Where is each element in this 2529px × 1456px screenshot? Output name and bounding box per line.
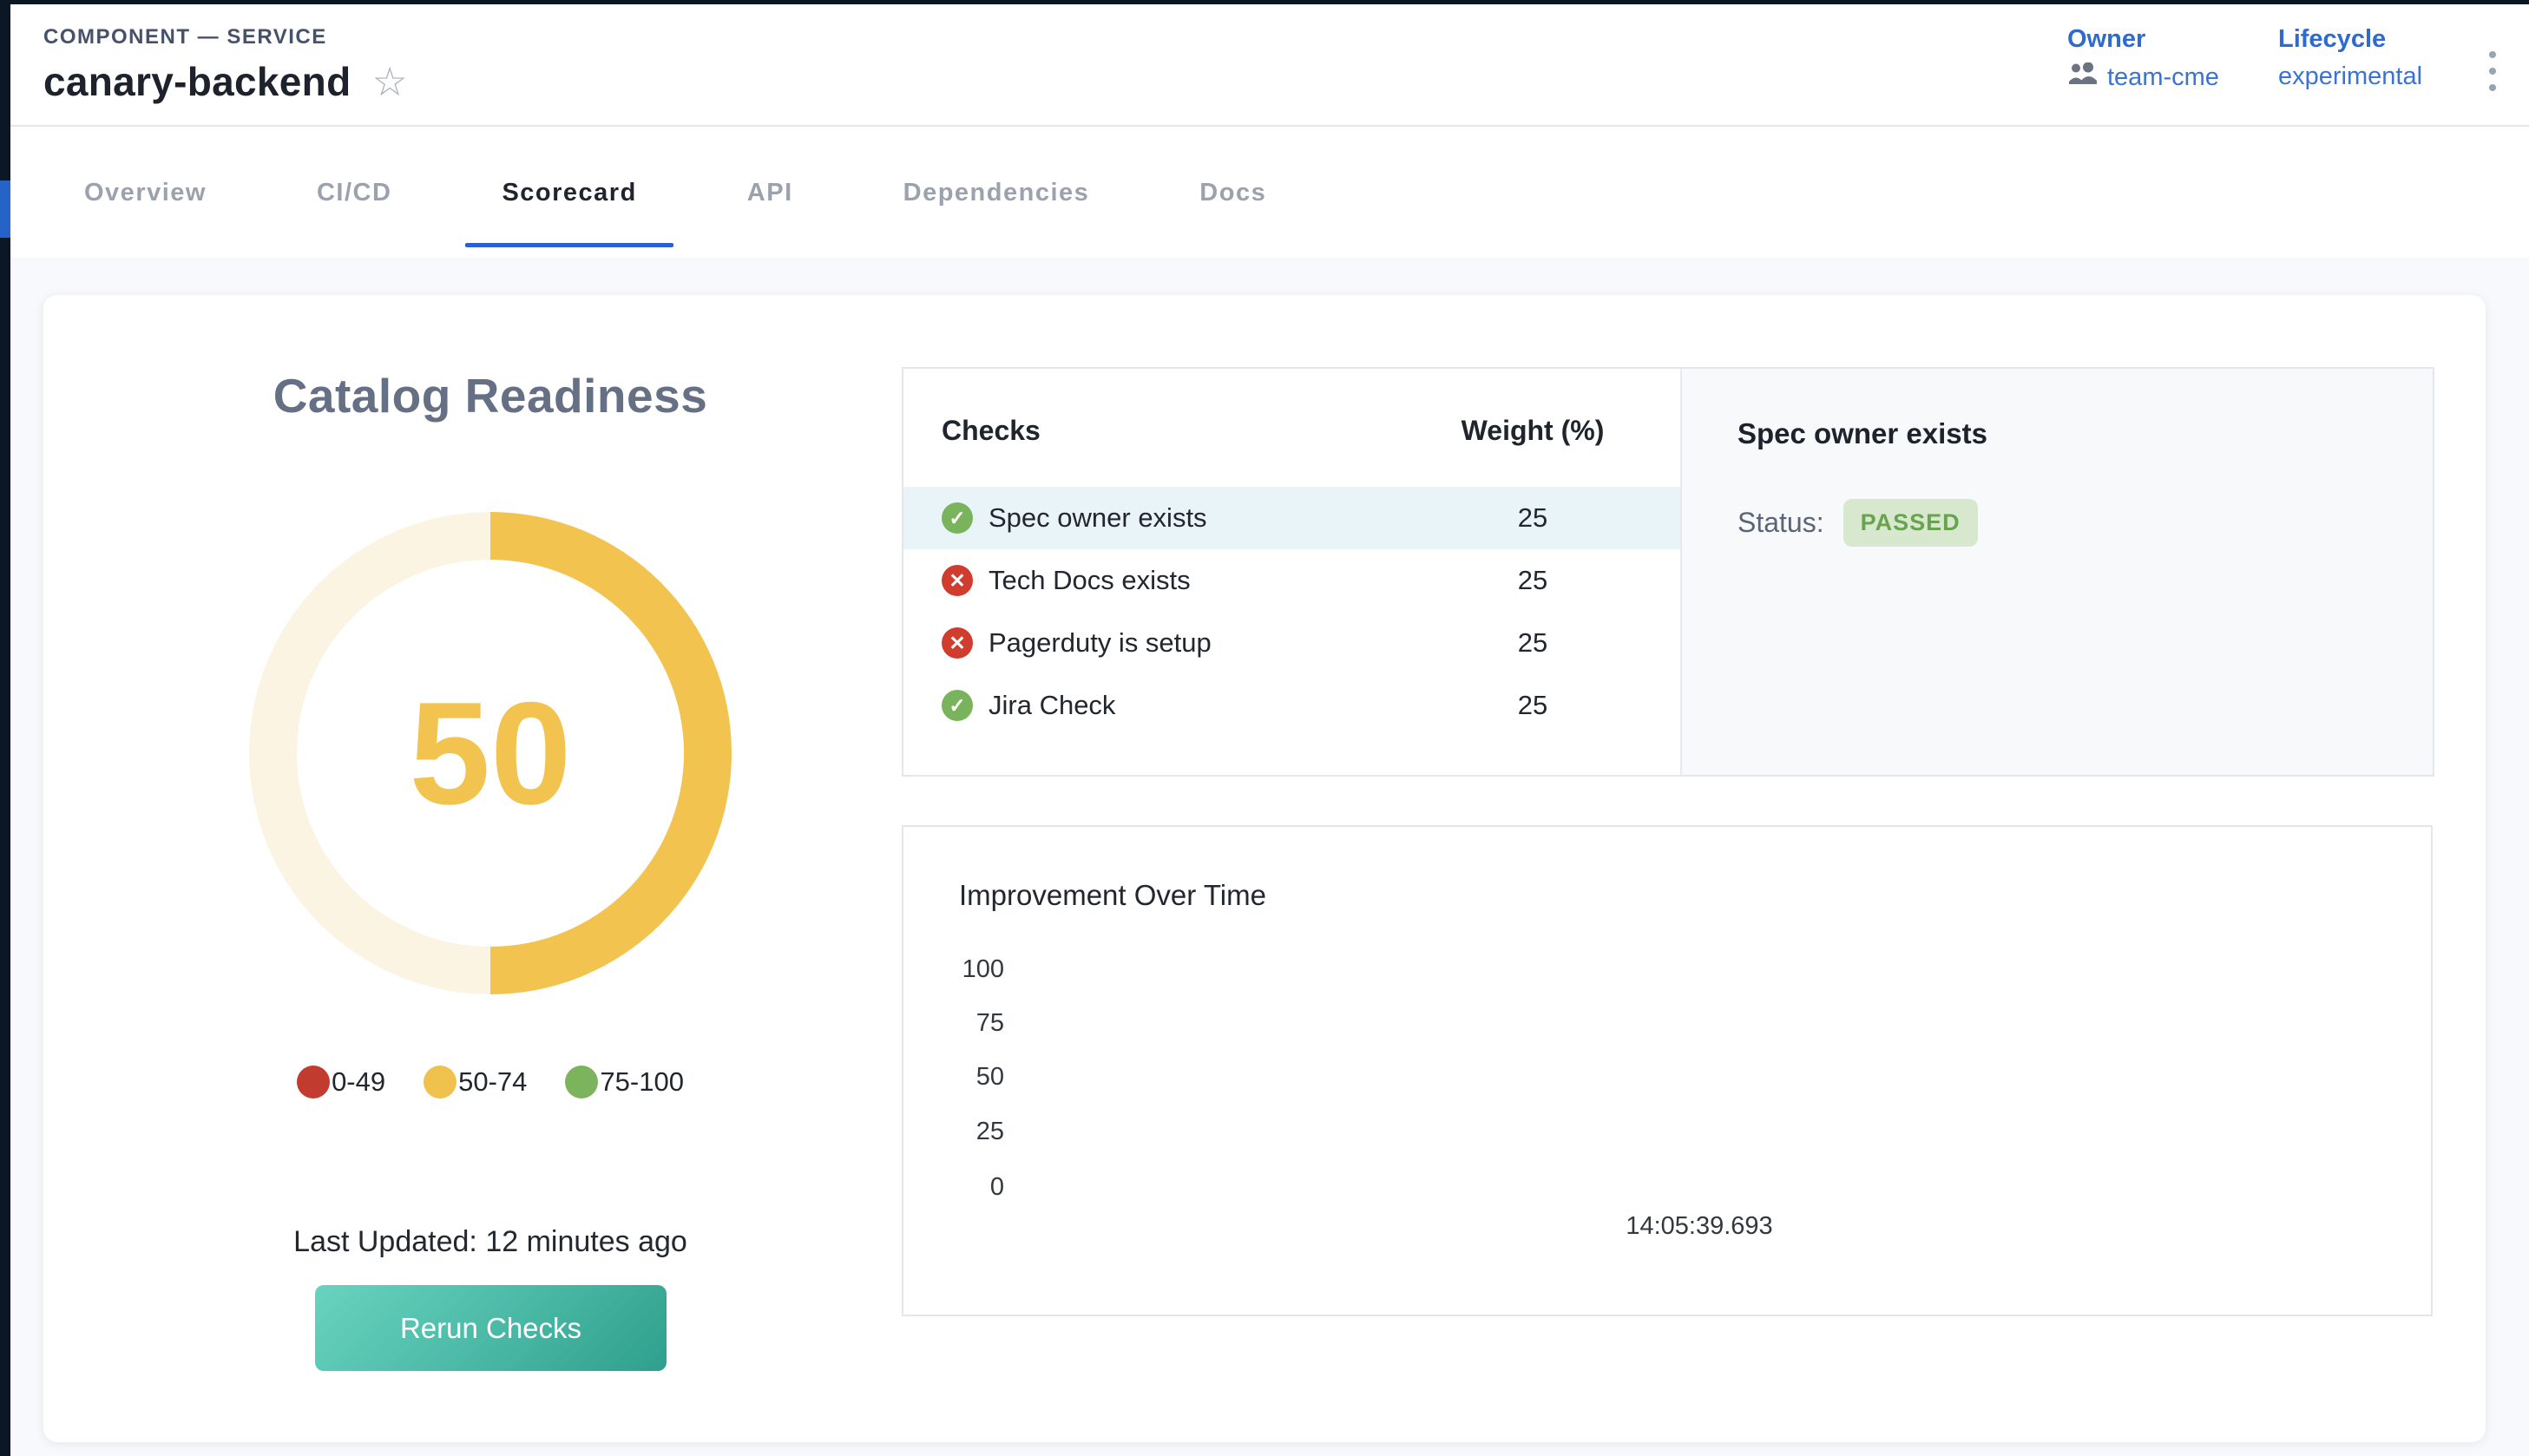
legend-item-high: 75-100 (565, 1066, 684, 1099)
checks-table-header: Checks Weight (%) (903, 409, 1680, 452)
entity-header: COMPONENT — SERVICE canary-backend ☆ Own… (10, 4, 2529, 258)
check-row-tech-docs[interactable]: ✕ Tech Docs exists 25 (903, 549, 1680, 612)
last-updated-text: Last Updated: 12 minutes ago (43, 1225, 937, 1259)
owner-link[interactable]: team-cme (2067, 62, 2219, 92)
rerun-checks-button[interactable]: Rerun Checks (315, 1285, 667, 1371)
check-failed-icon: ✕ (942, 565, 973, 596)
check-detail-panel: Spec owner exists Status: PASSED (1680, 369, 2433, 775)
readiness-score: 50 (410, 670, 572, 837)
tab-overview[interactable]: Overview (84, 177, 207, 208)
checks-panel: Checks Weight (%) ✓ Spec owner exists 25… (902, 367, 2434, 777)
checks-column-header: Checks (942, 415, 1411, 447)
entity-tabs: Overview CI/CD Scorecard API Dependencie… (10, 127, 2529, 258)
lifecycle-block: Lifecycle experimental (2278, 25, 2422, 91)
status-label: Status: (1737, 507, 1824, 539)
check-row-pagerduty[interactable]: ✕ Pagerduty is setup 25 (903, 612, 1680, 674)
legend-dot-green (565, 1066, 598, 1099)
y-axis-tick: 50 (903, 1063, 1004, 1092)
y-axis-tick: 75 (903, 1009, 1004, 1038)
checks-table: Checks Weight (%) ✓ Spec owner exists 25… (903, 369, 1680, 775)
entity-header-top: COMPONENT — SERVICE canary-backend ☆ Own… (10, 4, 2529, 127)
tab-dependencies[interactable]: Dependencies (903, 177, 1090, 208)
check-passed-icon: ✓ (942, 502, 973, 534)
page-title: canary-backend (43, 58, 351, 105)
tab-api[interactable]: API (747, 177, 793, 208)
check-row-spec-owner[interactable]: ✓ Spec owner exists 25 (903, 487, 1680, 549)
y-axis-tick: 0 (903, 1173, 1004, 1202)
tab-docs[interactable]: Docs (1199, 177, 1266, 208)
entity-kind-breadcrumb: COMPONENT — SERVICE (43, 25, 327, 49)
tab-scorecard[interactable]: Scorecard (502, 177, 636, 208)
lifecycle-label: Lifecycle (2278, 25, 2422, 54)
status-badge: PASSED (1843, 499, 1978, 547)
readiness-gauge: 50 (249, 512, 732, 994)
group-icon (2067, 62, 2099, 92)
owner-block: Owner team-cme (2067, 25, 2219, 92)
tab-cicd[interactable]: CI/CD (317, 177, 391, 208)
check-failed-icon: ✕ (942, 627, 973, 659)
weight-column-header: Weight (%) (1411, 415, 1654, 447)
y-axis-tick: 25 (903, 1118, 1004, 1146)
more-options-kebab-icon[interactable] (2484, 46, 2501, 96)
lifecycle-value: experimental (2278, 62, 2422, 91)
chart-title: Improvement Over Time (959, 879, 1266, 912)
scorecard-title: Catalog Readiness (43, 368, 937, 423)
owner-label: Owner (2067, 25, 2219, 54)
gauge-legend: 0-49 50-74 75-100 (43, 1066, 937, 1099)
check-detail-status-row: Status: PASSED (1737, 499, 2433, 547)
check-rows: ✓ Spec owner exists 25 ✕ Tech Docs exist… (903, 487, 1680, 737)
entity-title-row: canary-backend ☆ (43, 58, 408, 105)
y-axis-tick: 100 (903, 955, 1004, 984)
window-left-edge-accent (0, 180, 10, 238)
legend-dot-red (297, 1066, 330, 1099)
legend-item-low: 0-49 (297, 1066, 385, 1099)
check-passed-icon: ✓ (942, 690, 973, 721)
owner-value: team-cme (2107, 63, 2219, 92)
legend-item-mid: 50-74 (424, 1066, 527, 1099)
check-row-jira[interactable]: ✓ Jira Check 25 (903, 674, 1680, 737)
window-top-edge (0, 0, 2529, 4)
legend-dot-amber (424, 1066, 457, 1099)
check-detail-title: Spec owner exists (1737, 417, 2433, 450)
favorite-star-icon[interactable]: ☆ (371, 62, 407, 102)
scorecard-card: Catalog Readiness 50 0-49 50-74 75-100 L… (43, 295, 2486, 1442)
x-axis-tick: 14:05:39.693 (1569, 1212, 1829, 1241)
improvement-chart-panel: Improvement Over Time 100 75 50 25 0 14:… (902, 825, 2433, 1316)
